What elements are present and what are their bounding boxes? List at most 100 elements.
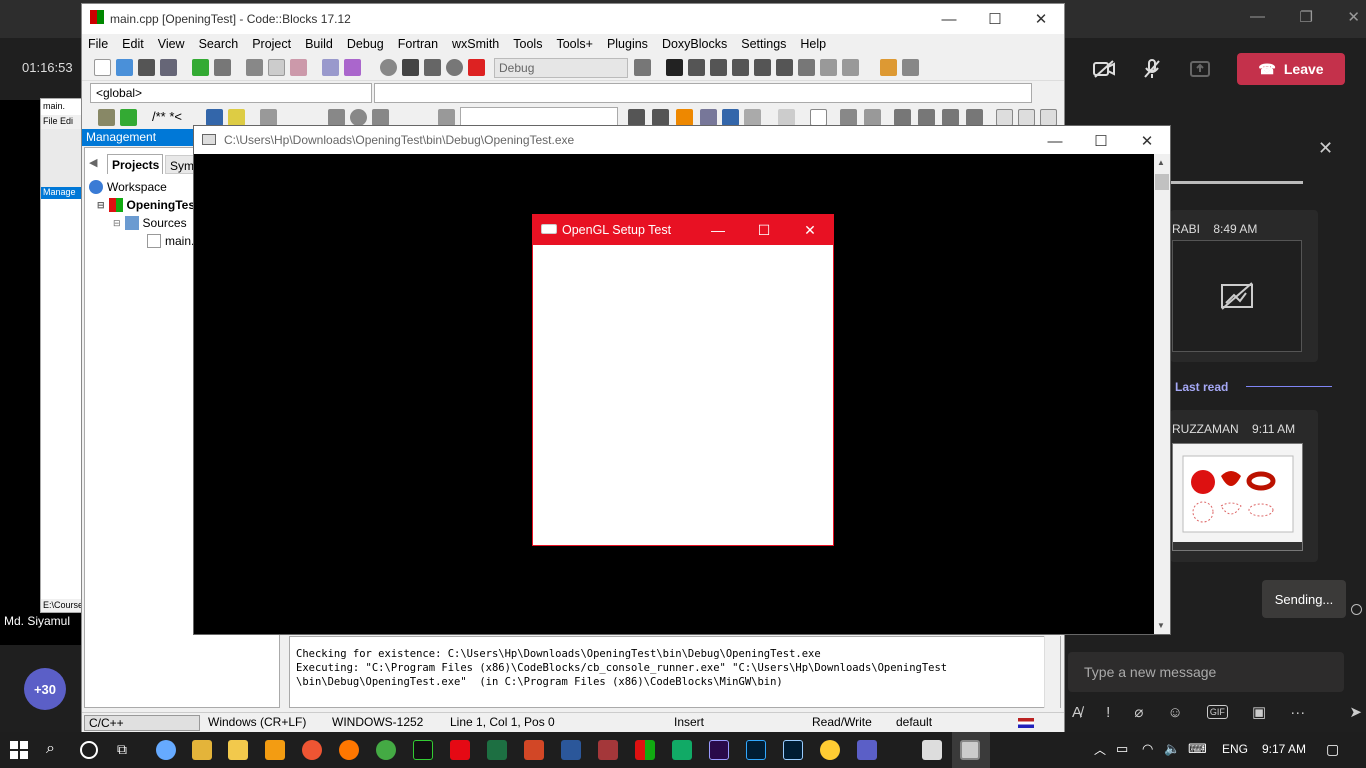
cut-icon[interactable] (246, 59, 263, 76)
next-instruction-icon[interactable] (776, 59, 793, 76)
word-icon[interactable] (561, 740, 581, 760)
wrench-icon[interactable] (260, 109, 277, 126)
doxy-help-icon[interactable] (228, 109, 245, 126)
selected-text-icon[interactable] (700, 109, 717, 126)
access-icon[interactable] (598, 740, 618, 760)
search-combo[interactable] (460, 107, 618, 127)
menu-help[interactable]: Help (800, 37, 834, 51)
menu-debug[interactable]: Debug (347, 37, 392, 51)
emoji-icon[interactable]: ☺ (1168, 704, 1183, 721)
nav-back-icon[interactable] (328, 109, 345, 126)
step-into-icon[interactable] (732, 59, 749, 76)
menu-doxyblocks[interactable]: DoxyBlocks (662, 37, 735, 51)
tree-item-project[interactable]: ⊟ OpeningTest (97, 198, 199, 212)
nav-dot-icon[interactable] (350, 109, 367, 126)
debug-start-icon[interactable] (666, 59, 683, 76)
keyboard-icon[interactable]: ⌨ (1188, 741, 1207, 757)
share-screen-icon[interactable] (1182, 51, 1218, 87)
scope-select[interactable]: <global> (90, 83, 372, 103)
close-icon[interactable]: ✕ (787, 215, 833, 245)
premiere-icon[interactable] (709, 740, 729, 760)
minimize-icon[interactable]: — (1250, 8, 1265, 30)
hulu-icon[interactable] (413, 740, 433, 760)
find-next-icon[interactable] (652, 109, 669, 126)
tray-chevron-icon[interactable]: ︿ (1094, 741, 1106, 758)
app-icon-19[interactable] (820, 740, 840, 760)
maximize-icon[interactable]: ☐ (1078, 126, 1124, 156)
open-file-icon[interactable] (116, 59, 133, 76)
minimize-icon[interactable]: — (926, 4, 972, 34)
input-language[interactable]: ENG (1222, 742, 1248, 756)
scroll-thumb[interactable] (1155, 174, 1169, 190)
shape-text-icon[interactable] (864, 109, 881, 126)
app-icon-1[interactable] (156, 740, 176, 760)
jump-icon[interactable] (120, 109, 137, 126)
step-into-instruction-icon[interactable] (798, 59, 815, 76)
close-icon[interactable]: ✕ (1124, 126, 1170, 156)
layout-5-icon[interactable] (996, 109, 1013, 126)
photoshop-icon[interactable] (746, 740, 766, 760)
store-icon[interactable] (192, 740, 212, 760)
comment-buttons[interactable]: /** *< (152, 109, 182, 124)
menu-search[interactable]: Search (199, 37, 247, 51)
next-line-icon[interactable] (710, 59, 727, 76)
sticker-icon[interactable]: ▣ (1252, 703, 1266, 721)
clock[interactable]: 9:17 AM (1262, 742, 1306, 756)
close-icon[interactable]: ✕ (1018, 4, 1064, 34)
layout-2-icon[interactable] (918, 109, 935, 126)
restore-icon[interactable]: ❐ (1299, 8, 1312, 30)
app-icon-15[interactable] (672, 740, 692, 760)
tree-item-sources[interactable]: ⊟ Sources (113, 216, 187, 230)
send-icon[interactable]: ➤ (1349, 703, 1362, 721)
chrome-icon[interactable] (376, 740, 396, 760)
copy-icon[interactable] (268, 59, 285, 76)
run-icon[interactable] (402, 59, 419, 76)
wifi-icon[interactable]: ◠ (1142, 741, 1153, 757)
more-participants-badge[interactable]: +30 (24, 668, 66, 710)
scroll-up-icon[interactable]: ▲ (1157, 158, 1165, 167)
run-to-cursor-icon[interactable] (688, 59, 705, 76)
firefox-icon[interactable] (339, 740, 359, 760)
find-icon[interactable] (322, 59, 339, 76)
regex-icon[interactable] (744, 109, 761, 126)
find-previous-icon[interactable] (628, 109, 645, 126)
menu-settings[interactable]: Settings (741, 37, 794, 51)
powerpoint-icon[interactable] (524, 740, 544, 760)
netflix-icon[interactable] (450, 740, 470, 760)
new-file-icon[interactable] (94, 59, 111, 76)
format-icon[interactable]: A̸ (1072, 704, 1082, 721)
leave-button[interactable]: ☎ Leave (1237, 53, 1345, 85)
cortana-icon[interactable] (80, 741, 98, 759)
important-icon[interactable]: ! (1106, 704, 1110, 721)
undo-icon[interactable] (192, 59, 209, 76)
message-input[interactable]: Type a new message (1068, 652, 1344, 692)
layout-3-icon[interactable] (942, 109, 959, 126)
maximize-icon[interactable]: ☐ (972, 4, 1018, 34)
abort-icon[interactable] (468, 59, 485, 76)
file-explorer-icon[interactable] (228, 740, 248, 760)
task-view-icon[interactable]: ⧉ (117, 741, 127, 758)
redo-icon[interactable] (214, 59, 231, 76)
save-icon[interactable] (138, 59, 155, 76)
layout-1-icon[interactable] (894, 109, 911, 126)
menu-wxsmith[interactable]: wxSmith (452, 37, 507, 51)
menu-tools[interactable]: Tools (513, 37, 550, 51)
mic-off-icon[interactable] (1134, 51, 1170, 87)
menu-view[interactable]: View (158, 37, 193, 51)
chat-image-attachment[interactable] (1172, 443, 1303, 551)
build-gear-icon[interactable] (380, 59, 397, 76)
scroll-down-icon[interactable]: ▼ (1157, 621, 1165, 630)
console-scrollbar[interactable]: ▲ ▼ (1154, 154, 1170, 634)
clear-icon[interactable] (438, 109, 455, 126)
doxy-wizard-icon[interactable] (206, 109, 223, 126)
maximize-icon[interactable]: ☐ (741, 215, 787, 245)
menu-plugins[interactable]: Plugins (607, 37, 656, 51)
collapse-icon[interactable]: ⊟ (97, 200, 105, 211)
symbol-select[interactable] (374, 83, 1032, 103)
close-icon[interactable]: ✕ (1318, 138, 1333, 159)
various-info-icon[interactable] (902, 59, 919, 76)
layout-6-icon[interactable] (1018, 109, 1035, 126)
stop-debugger-icon[interactable] (842, 59, 859, 76)
log-scrollbar[interactable] (1044, 636, 1060, 708)
attach-icon[interactable]: ⌀ (1134, 703, 1143, 721)
